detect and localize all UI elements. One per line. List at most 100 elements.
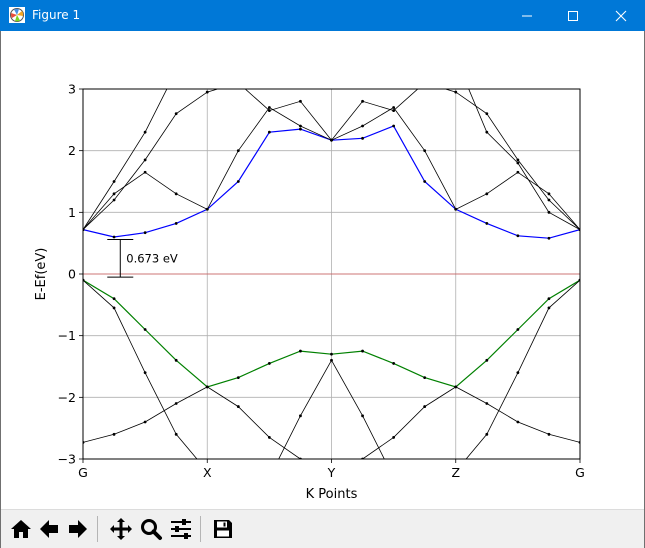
move-icon: [110, 518, 132, 540]
band-point: [361, 69, 364, 72]
arrow-left-icon: [40, 520, 58, 538]
close-icon: [615, 10, 627, 21]
home-button[interactable]: [7, 515, 35, 543]
band-point: [237, 63, 240, 66]
band-point: [485, 358, 489, 362]
close-button[interactable]: [598, 0, 644, 31]
band-point: [236, 376, 240, 379]
band-point: [392, 476, 395, 479]
band-point: [361, 136, 364, 140]
band-point: [361, 349, 364, 353]
band-point: [267, 436, 271, 439]
y-tick-label: 2: [68, 143, 76, 158]
band-point: [423, 405, 427, 408]
minimize-icon: [522, 15, 532, 16]
band-point: [143, 170, 147, 174]
y-tick-label: −1: [58, 328, 76, 343]
band-point: [112, 432, 116, 436]
back-button[interactable]: [35, 515, 63, 543]
band-point: [268, 81, 271, 84]
band-point: [174, 112, 178, 116]
band-point: [112, 198, 116, 202]
y-axis-label: E-Ef(eV): [34, 248, 49, 301]
y-tick-label: 0: [68, 267, 76, 282]
magnifier-icon: [141, 519, 162, 540]
band-point: [547, 432, 551, 436]
configure-subplots-button[interactable]: [167, 515, 195, 543]
band-point: [112, 297, 116, 301]
band-point: [299, 69, 302, 72]
band-point: [205, 207, 209, 211]
minimize-button[interactable]: [504, 0, 550, 31]
band-point: [112, 180, 116, 183]
sliders-icon: [171, 519, 191, 539]
band-point: [299, 124, 302, 128]
band-point: [516, 161, 520, 165]
band-point: [547, 236, 551, 240]
x-tick-label: G: [575, 465, 585, 480]
band-point: [330, 63, 333, 66]
band-point: [330, 358, 333, 362]
maximize-button[interactable]: [550, 0, 596, 31]
band-point: [299, 99, 302, 103]
x-tick-label: G: [78, 465, 88, 480]
band-point: [143, 158, 147, 162]
band-point: [516, 158, 520, 162]
band-point: [143, 231, 147, 235]
pan-button[interactable]: [107, 515, 135, 543]
matplotlib-logo-icon: [9, 7, 25, 23]
band-point: [174, 192, 178, 196]
gap-label: 0.673 eV: [126, 251, 178, 265]
x-axis-label: K Points: [306, 487, 358, 502]
band-point: [143, 130, 147, 134]
band-point: [299, 127, 302, 131]
band-point: [516, 234, 520, 238]
x-tick-label: X: [203, 465, 212, 480]
save-button[interactable]: [209, 515, 237, 543]
band-point: [454, 385, 458, 389]
band-point: [547, 198, 551, 202]
y-tick-label: −3: [58, 452, 76, 467]
band-point: [392, 81, 395, 84]
band-point: [547, 192, 551, 196]
band-structure-chart: 0.673 eV G X Y Z G−3−2−10123 K Points E-Ef(e…: [34, 57, 585, 503]
band-point: [330, 138, 333, 142]
figure-window: Figure 1 0.673 eV G X Y Z G −3 −2 −1 0 1…: [0, 0, 645, 548]
navigation-toolbar: [1, 509, 644, 548]
band-point: [423, 482, 426, 485]
band-point: [485, 192, 489, 196]
maximize-icon: [568, 10, 578, 21]
band-point: [485, 130, 489, 134]
band-point: [485, 112, 489, 116]
band-point: [205, 90, 209, 94]
band-point: [236, 149, 240, 153]
figure-canvas[interactable]: 0.673 eV G X Y Z G −3 −2 −1 0 1 2 3 K Points E-Ef(e…: [1, 31, 644, 509]
band-point: [237, 81, 240, 84]
band-point: [547, 210, 551, 214]
band-point: [205, 385, 209, 389]
arrow-right-icon: [69, 520, 87, 538]
band-point: [392, 124, 396, 128]
band-point: [485, 222, 489, 225]
zoom-button[interactable]: [137, 515, 165, 543]
band-point: [423, 81, 426, 84]
band-point: [143, 328, 147, 331]
band-point: [454, 207, 458, 211]
title-bar[interactable]: Figure 1: [0, 0, 645, 31]
band-point: [299, 349, 302, 353]
band-point: [174, 432, 178, 436]
band-point: [175, 69, 178, 72]
band-point: [174, 358, 178, 362]
band-point: [516, 371, 520, 375]
band-point: [268, 476, 271, 479]
band-point: [454, 90, 458, 94]
forward-button[interactable]: [64, 515, 92, 543]
band-point: [392, 362, 396, 365]
band-point: [392, 109, 396, 112]
band-point: [267, 106, 271, 109]
band-point: [454, 57, 457, 60]
band-point: [330, 352, 333, 356]
toolbar-separator: [97, 516, 98, 542]
floppy-disk-icon: [214, 520, 232, 538]
band-point: [267, 130, 271, 134]
